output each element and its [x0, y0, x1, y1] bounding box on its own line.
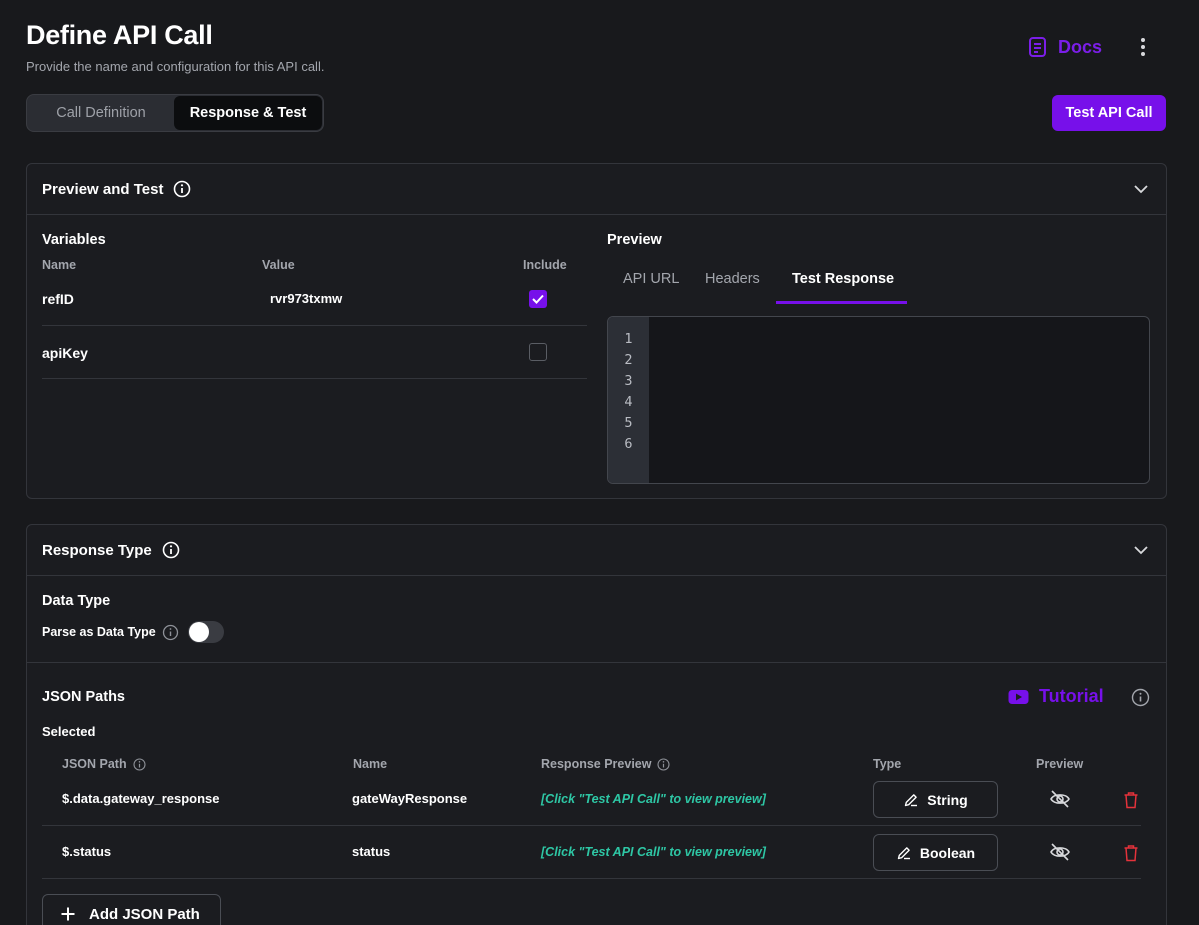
- more-vertical-icon[interactable]: [1133, 36, 1153, 58]
- plus-icon: [61, 907, 75, 921]
- preview-and-test-title: Preview and Test: [42, 180, 164, 198]
- divider: [27, 662, 1166, 663]
- divider: [42, 378, 587, 379]
- column-response-preview-label: Response Preview: [541, 757, 652, 771]
- trash-icon[interactable]: [1123, 844, 1139, 867]
- tab-test-response[interactable]: Test Response: [792, 271, 894, 287]
- include-checkbox-apikey[interactable]: [529, 343, 547, 361]
- response-preview-cell: [Click "Test API Call" to view preview]: [541, 792, 766, 806]
- column-include: Include: [523, 258, 567, 272]
- info-icon[interactable]: [173, 180, 191, 198]
- info-icon[interactable]: [162, 624, 179, 641]
- column-json-path: JSON Path: [62, 757, 146, 771]
- check-icon: [532, 294, 544, 304]
- variable-name: apiKey: [42, 345, 88, 361]
- chevron-down-icon[interactable]: [1132, 541, 1150, 564]
- line-number: 3: [624, 373, 633, 389]
- line-number: 4: [624, 394, 633, 410]
- youtube-icon: [1008, 689, 1029, 704]
- line-number-gutter: 1 2 3 4 5 6: [608, 317, 649, 483]
- tab-call-definition[interactable]: Call Definition: [28, 96, 174, 130]
- add-json-path-label: Add JSON Path: [89, 905, 200, 923]
- pencil-icon: [897, 846, 910, 859]
- docs-icon: [1029, 37, 1046, 57]
- add-json-path-button[interactable]: Add JSON Path: [42, 894, 221, 925]
- column-response-preview: Response Preview: [541, 757, 671, 771]
- variables-title: Variables: [42, 232, 106, 248]
- page-title: Define API Call: [26, 20, 213, 50]
- divider: [42, 325, 587, 326]
- docs-link[interactable]: Docs: [1028, 36, 1102, 58]
- parse-as-data-type-toggle[interactable]: [188, 621, 224, 643]
- column-type: Type: [873, 757, 902, 771]
- column-preview: Preview: [1036, 757, 1084, 771]
- column-name: Name: [353, 757, 388, 771]
- info-icon[interactable]: [162, 541, 180, 559]
- json-name-cell: status: [352, 844, 391, 859]
- response-preview-cell: [Click "Test API Call" to view preview]: [541, 845, 766, 859]
- pencil-icon: [905, 793, 918, 806]
- json-path-cell: $.status: [62, 844, 112, 859]
- data-type-title: Data Type: [42, 593, 111, 609]
- variable-value-input[interactable]: [262, 338, 502, 366]
- column-json-path-label: JSON Path: [62, 757, 127, 771]
- tutorial-label: Tutorial: [1039, 686, 1104, 706]
- variable-value-input[interactable]: rvr973txmw: [270, 291, 342, 306]
- eye-off-icon[interactable]: [1049, 842, 1071, 867]
- type-label: Boolean: [919, 844, 976, 861]
- tab-response-and-test[interactable]: Response & Test: [174, 96, 322, 130]
- line-number: 2: [624, 352, 633, 368]
- divider: [42, 825, 1141, 826]
- line-number: 1: [624, 331, 633, 347]
- tab-api-url[interactable]: API URL: [623, 271, 679, 287]
- column-value: Value: [262, 258, 295, 272]
- type-button-string[interactable]: String: [873, 781, 998, 818]
- variable-name: refID: [42, 291, 74, 307]
- json-paths-title: JSON Paths: [42, 689, 125, 705]
- chevron-down-icon[interactable]: [1132, 180, 1150, 203]
- top-tabs: Call Definition Response & Test: [26, 94, 324, 132]
- type-label: String: [927, 791, 968, 808]
- line-number: 5: [624, 415, 633, 431]
- docs-label: Docs: [1058, 36, 1103, 57]
- tab-headers[interactable]: Headers: [705, 271, 760, 287]
- eye-off-icon[interactable]: [1049, 789, 1071, 814]
- page-subtitle: Provide the name and configuration for t…: [26, 59, 325, 74]
- divider: [42, 878, 1141, 879]
- tutorial-link[interactable]: Tutorial: [1008, 686, 1104, 707]
- column-name: Name: [42, 258, 77, 272]
- info-icon[interactable]: [657, 757, 671, 771]
- selected-label: Selected: [42, 724, 96, 739]
- type-button-boolean[interactable]: Boolean: [873, 834, 998, 871]
- parse-as-data-type-label: Parse as Data Type: [42, 625, 156, 639]
- line-number: 6: [624, 436, 633, 452]
- response-type-header[interactable]: Response Type: [27, 525, 1166, 576]
- json-name-cell: gateWayResponse: [352, 791, 468, 806]
- response-type-title: Response Type: [42, 541, 152, 559]
- preview-title: Preview: [607, 232, 662, 248]
- test-response-editor[interactable]: 1 2 3 4 5 6: [607, 316, 1150, 484]
- info-icon[interactable]: [1131, 688, 1150, 707]
- json-path-cell: $.data.gateway_response: [62, 791, 220, 806]
- test-api-call-button[interactable]: Test API Call: [1052, 95, 1166, 131]
- preview-and-test-header[interactable]: Preview and Test: [27, 164, 1166, 215]
- include-checkbox-refid[interactable]: [529, 290, 547, 308]
- info-icon[interactable]: [133, 757, 146, 771]
- trash-icon[interactable]: [1123, 791, 1139, 814]
- active-tab-indicator: [776, 301, 907, 304]
